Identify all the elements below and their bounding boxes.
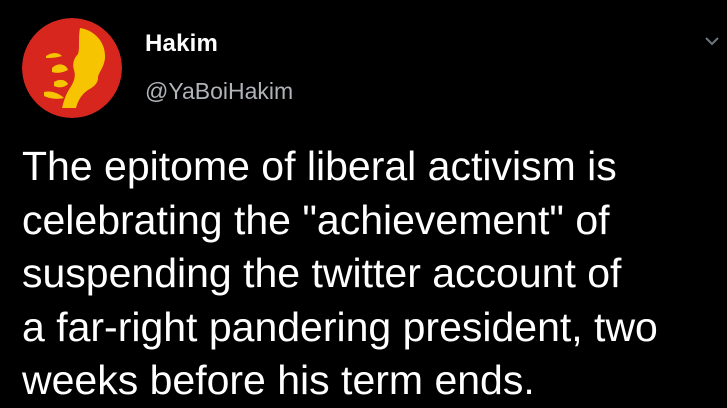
tweet-menu-button[interactable]	[703, 32, 721, 50]
author-avatar[interactable]	[22, 18, 122, 118]
red-portrait-avatar-icon	[22, 18, 122, 118]
chevron-down-icon	[705, 37, 719, 46]
author-handle[interactable]: @YaBoiHakim	[145, 78, 293, 105]
author-display-name[interactable]: Hakim	[145, 30, 218, 58]
tweet-card: Hakim @YaBoiHakim The epitome of liberal…	[0, 0, 727, 406]
tweet-text: The epitome of liberal activism is celeb…	[22, 143, 658, 403]
